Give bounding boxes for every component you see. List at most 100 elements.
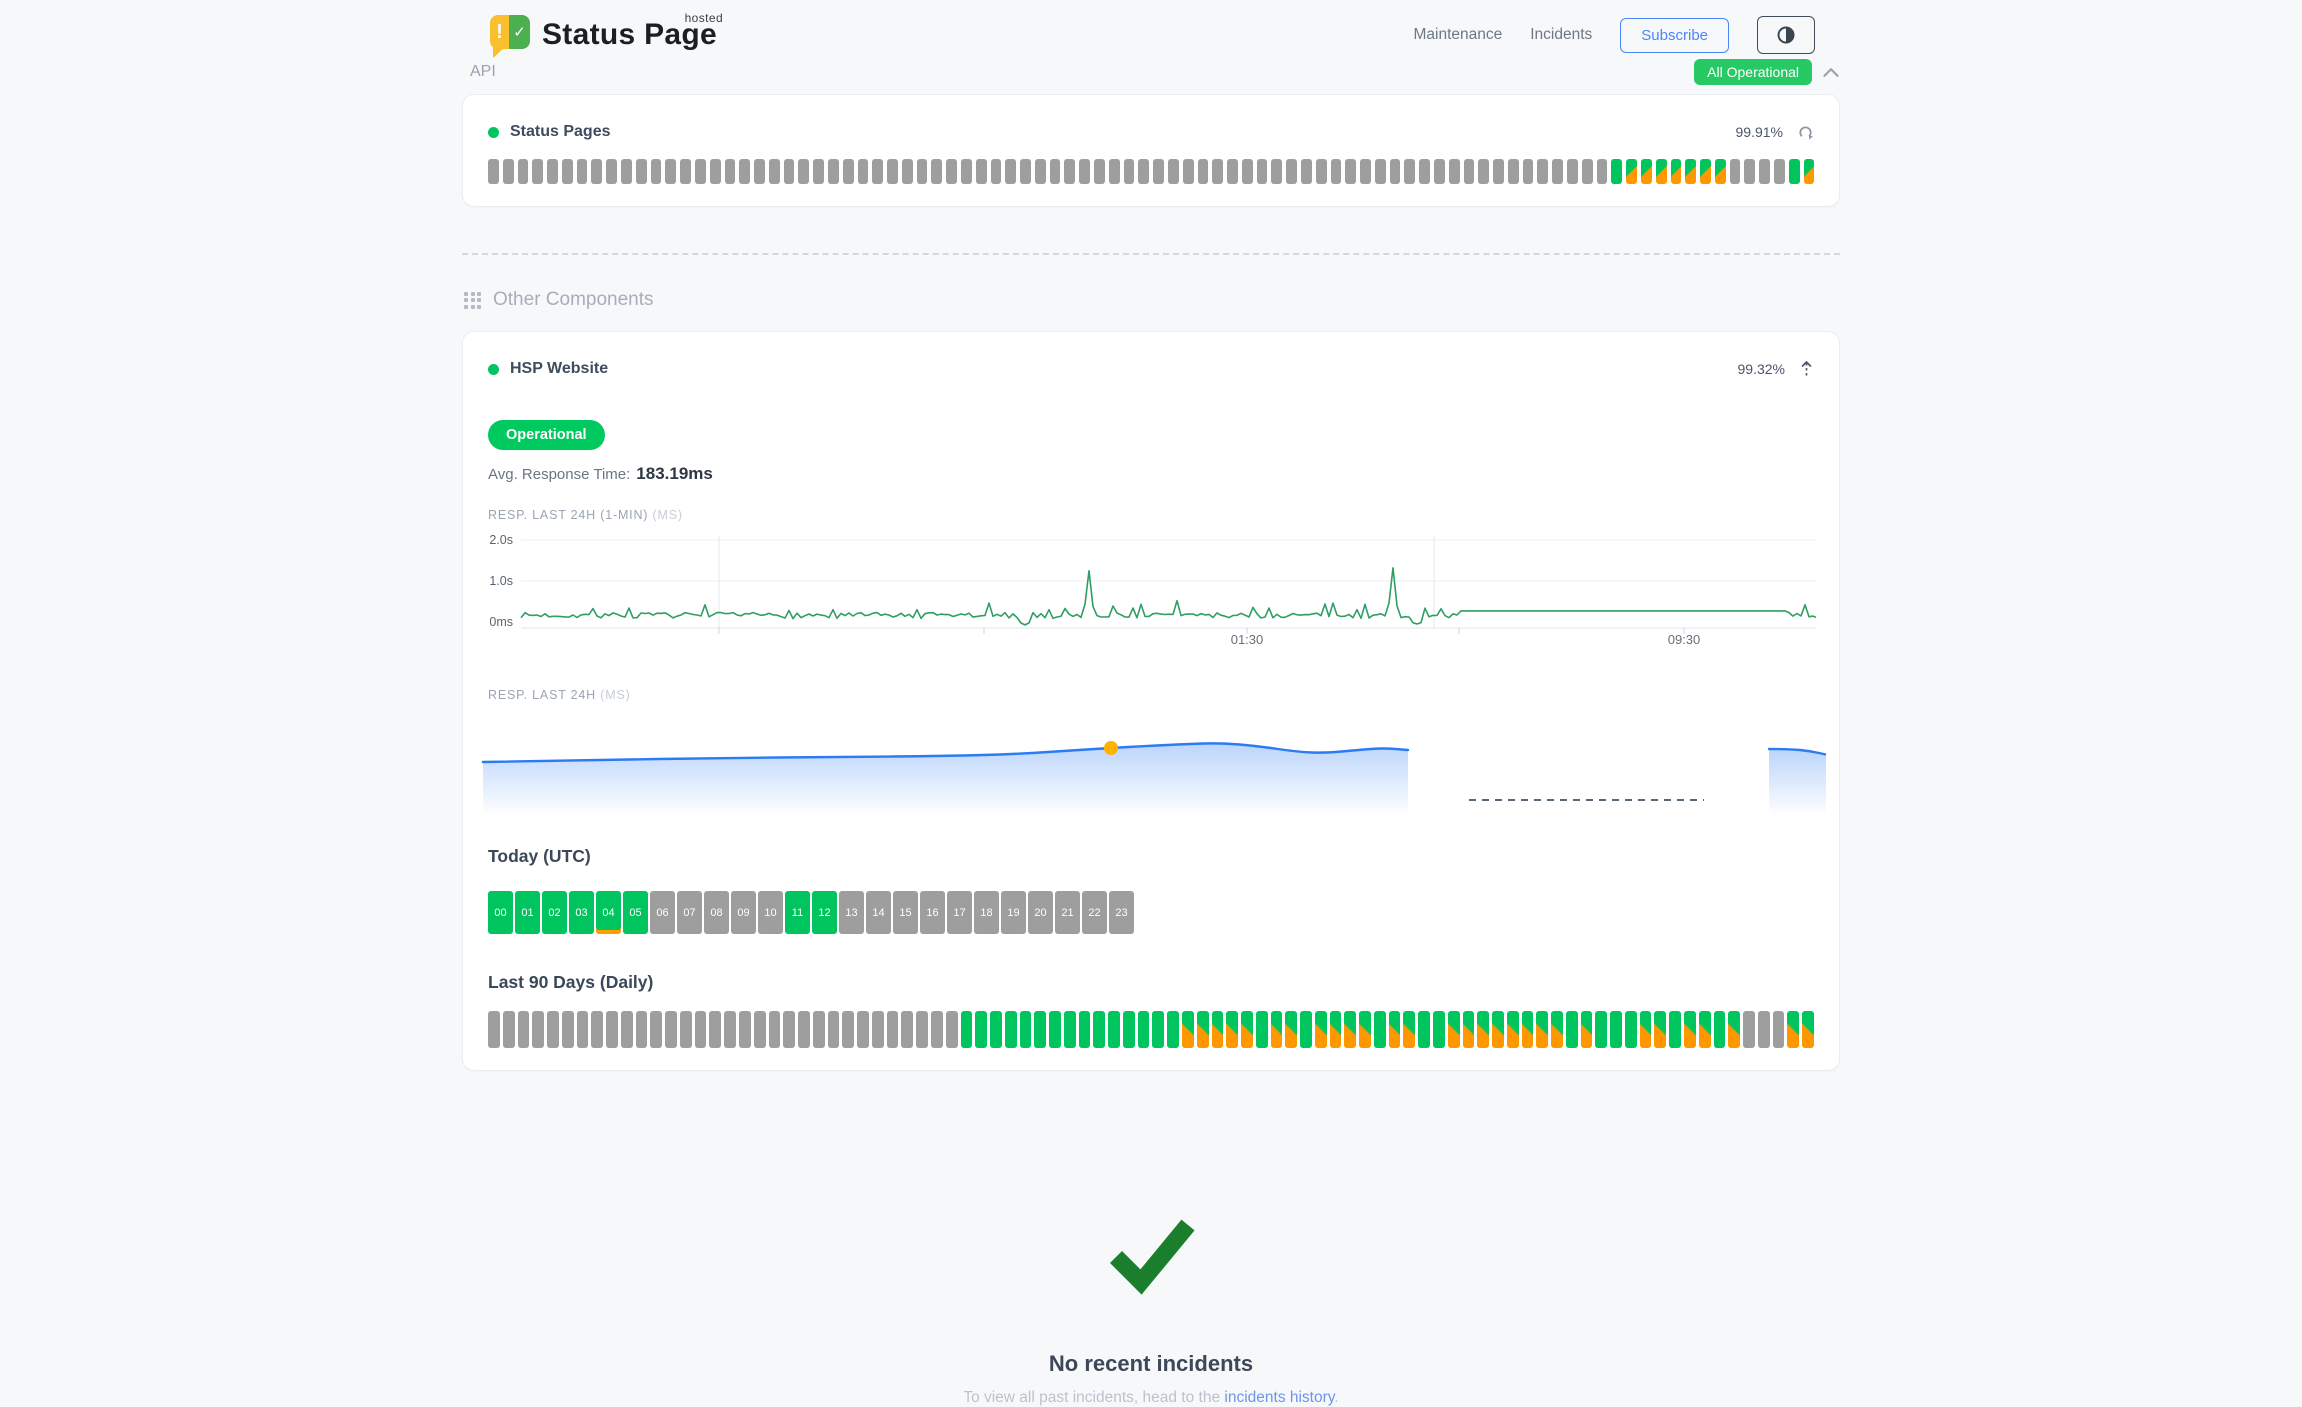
brand-logo[interactable]: ! ✓ Status Page hosted — [490, 15, 717, 55]
uptime-bar[interactable] — [1064, 159, 1075, 184]
uptime-bar[interactable] — [887, 1011, 899, 1048]
uptime-bar[interactable] — [1035, 159, 1046, 184]
hour-block-03[interactable]: 03 — [569, 891, 594, 934]
uptime-bar[interactable] — [1005, 159, 1016, 184]
uptime-bar[interactable] — [1507, 1011, 1519, 1048]
uptime-bar[interactable] — [518, 1011, 530, 1048]
uptime-bar[interactable] — [1197, 1011, 1209, 1048]
hour-block-13[interactable]: 13 — [839, 891, 864, 934]
uptime-bar[interactable] — [1626, 159, 1637, 184]
uptime-bar[interactable] — [1463, 1011, 1475, 1048]
uptime-bar[interactable] — [606, 159, 617, 184]
uptime-bar[interactable] — [961, 159, 972, 184]
uptime-bar[interactable] — [783, 1011, 795, 1048]
uptime-bar[interactable] — [1789, 159, 1800, 184]
uptime-bar[interactable] — [1064, 1011, 1076, 1048]
uptime-bar[interactable] — [931, 1011, 943, 1048]
uptime-bar[interactable] — [1198, 159, 1209, 184]
uptime-bar[interactable] — [1787, 1011, 1799, 1048]
uptime-bar[interactable] — [651, 159, 662, 184]
uptime-bar[interactable] — [1759, 159, 1770, 184]
uptime-bar[interactable] — [1537, 159, 1548, 184]
uptime-bar[interactable] — [961, 1011, 973, 1048]
uptime-bar[interactable] — [813, 1011, 825, 1048]
hour-block-06[interactable]: 06 — [650, 891, 675, 934]
uptime-bar[interactable] — [1671, 159, 1682, 184]
chevron-up-icon[interactable] — [1822, 66, 1840, 78]
uptime-bar[interactable] — [769, 159, 780, 184]
uptime-bar[interactable] — [1595, 1011, 1607, 1048]
refresh-icon[interactable] — [1797, 124, 1814, 141]
uptime-bar[interactable] — [1315, 1011, 1327, 1048]
hour-block-19[interactable]: 19 — [1001, 891, 1026, 934]
uptime-bar[interactable] — [1020, 1011, 1032, 1048]
uptime-bar[interactable] — [1700, 159, 1711, 184]
uptime-bar[interactable] — [1404, 159, 1415, 184]
uptime-bar[interactable] — [1522, 1011, 1534, 1048]
uptime-bar[interactable] — [1226, 1011, 1238, 1048]
uptime-bar[interactable] — [518, 159, 529, 184]
hour-block-02[interactable]: 02 — [542, 891, 567, 934]
uptime-bar[interactable] — [1271, 159, 1282, 184]
uptime-bar[interactable] — [1478, 159, 1489, 184]
uptime-bar[interactable] — [532, 159, 543, 184]
uptime-bar[interactable] — [1625, 1011, 1637, 1048]
uptime-bar[interactable] — [842, 1011, 854, 1048]
uptime-bar[interactable] — [1109, 159, 1120, 184]
uptime-bar[interactable] — [1345, 159, 1356, 184]
uptime-bar[interactable] — [680, 1011, 692, 1048]
uptime-bar[interactable] — [1286, 159, 1297, 184]
uptime-bar[interactable] — [650, 1011, 662, 1048]
uptime-bar[interactable] — [1167, 1011, 1179, 1048]
uptime-bar[interactable] — [1523, 159, 1534, 184]
uptime-bar[interactable] — [1212, 1011, 1224, 1048]
hour-block-05[interactable]: 05 — [623, 891, 648, 934]
uptime-bar[interactable] — [739, 159, 750, 184]
uptime-bar[interactable] — [1610, 1011, 1622, 1048]
uptime-bar[interactable] — [1730, 159, 1741, 184]
hour-block-20[interactable]: 20 — [1028, 891, 1053, 934]
uptime-bar[interactable] — [857, 1011, 869, 1048]
uptime-bar[interactable] — [1551, 1011, 1563, 1048]
uptime-bar[interactable] — [828, 1011, 840, 1048]
uptime-bar[interactable] — [739, 1011, 751, 1048]
uptime-bar[interactable] — [887, 159, 898, 184]
uptime-bar[interactable] — [916, 1011, 928, 1048]
uptime-bar[interactable] — [991, 159, 1002, 184]
uptime-bar[interactable] — [665, 1011, 677, 1048]
uptime-bar[interactable] — [975, 1011, 987, 1048]
uptime-bar[interactable] — [591, 159, 602, 184]
uptime-bar[interactable] — [577, 159, 588, 184]
uptime-bar[interactable] — [769, 1011, 781, 1048]
uptime-bar[interactable] — [709, 1011, 721, 1048]
uptime-bar[interactable] — [1758, 1011, 1770, 1048]
uptime-bar[interactable] — [488, 1011, 500, 1048]
uptime-bar[interactable] — [1743, 1011, 1755, 1048]
uptime-bar[interactable] — [1123, 1011, 1135, 1048]
uptime-bar[interactable] — [1684, 1011, 1696, 1048]
hour-block-08[interactable]: 08 — [704, 891, 729, 934]
uptime-bar[interactable] — [946, 1011, 958, 1048]
uptime-bar[interactable] — [1389, 1011, 1401, 1048]
uptime-bar[interactable] — [1138, 159, 1149, 184]
uptime-bar[interactable] — [1773, 1011, 1785, 1048]
uptime-bar[interactable] — [828, 159, 839, 184]
uptime-bar[interactable] — [1005, 1011, 1017, 1048]
uptime-bar[interactable] — [1257, 159, 1268, 184]
uptime-bar[interactable] — [562, 159, 573, 184]
uptime-bar[interactable] — [784, 159, 795, 184]
uptime-bar[interactable] — [1242, 159, 1253, 184]
incidents-history-link[interactable]: incidents history — [1224, 1389, 1334, 1406]
uptime-bar[interactable] — [902, 159, 913, 184]
uptime-bar[interactable] — [636, 159, 647, 184]
uptime-bar[interactable] — [665, 159, 676, 184]
uptime-bar[interactable] — [1256, 1011, 1268, 1048]
uptime-bar[interactable] — [1654, 1011, 1666, 1048]
uptime-bar[interactable] — [1300, 1011, 1312, 1048]
uptime-bar[interactable] — [1124, 159, 1135, 184]
uptime-bar[interactable] — [606, 1011, 618, 1048]
uptime-bar[interactable] — [1271, 1011, 1283, 1048]
uptime-bar[interactable] — [1714, 1011, 1726, 1048]
uptime-bar[interactable] — [843, 159, 854, 184]
uptime-bar[interactable] — [798, 1011, 810, 1048]
